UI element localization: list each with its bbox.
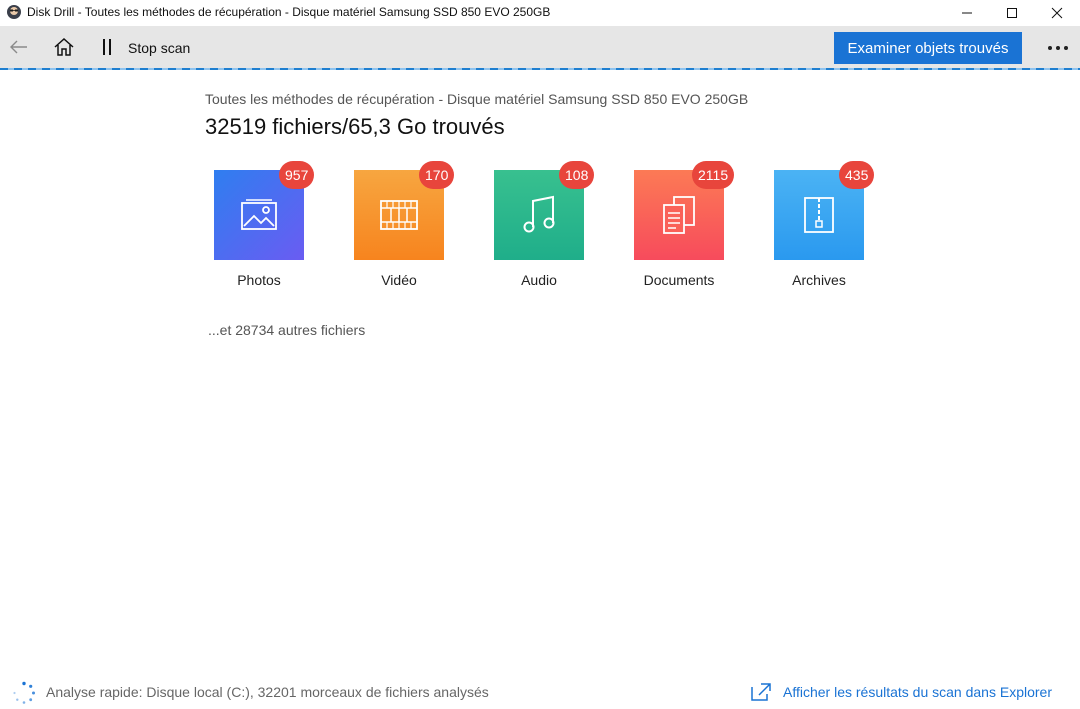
- archive-zip-icon: [804, 197, 834, 233]
- photos-label: Photos: [237, 272, 281, 288]
- category-photos[interactable]: 957 Photos: [214, 161, 315, 288]
- photos-count-badge: 957: [279, 161, 315, 189]
- documents-label: Documents: [643, 272, 715, 288]
- category-archives[interactable]: 435 Archives: [774, 161, 875, 288]
- scan-progress-line: [0, 68, 1080, 70]
- more-dots-icon: [1048, 46, 1068, 50]
- found-files-heading: 32519 fichiers/65,3 Go trouvés: [205, 114, 505, 139]
- audio-count-badge: 108: [559, 161, 595, 189]
- scan-status-text: Analyse rapide: Disque local (C:), 32201…: [46, 684, 489, 700]
- home-button[interactable]: [50, 31, 78, 63]
- more-options-button[interactable]: [1042, 32, 1074, 64]
- archives-label: Archives: [792, 272, 846, 288]
- category-documents[interactable]: 2115 Documents: [634, 161, 735, 288]
- audio-label: Audio: [521, 272, 557, 288]
- pause-icon: [103, 39, 111, 55]
- title-bar: Disk Drill - Toutes les méthodes de récu…: [0, 0, 1080, 26]
- image-icon: [241, 199, 277, 230]
- documents-count-badge: 2115: [692, 161, 735, 189]
- documents-icon: [663, 196, 695, 234]
- back-arrow-icon: [10, 40, 27, 54]
- examine-found-items-button[interactable]: Examiner objets trouvés: [834, 32, 1022, 64]
- back-button[interactable]: [6, 31, 32, 63]
- show-in-explorer-link[interactable]: Afficher les résultats du scan dans Expl…: [783, 684, 1052, 700]
- minimize-button[interactable]: [944, 0, 990, 26]
- close-button[interactable]: [1034, 0, 1080, 26]
- maximize-button[interactable]: [989, 0, 1035, 26]
- disk-drill-logo-icon: [7, 5, 21, 19]
- scan-subtitle: Toutes les méthodes de récupération - Di…: [205, 91, 749, 107]
- category-video[interactable]: 170 Vidéo: [354, 161, 455, 288]
- maximize-icon: [1007, 8, 1017, 18]
- video-count-badge: 170: [419, 161, 455, 189]
- home-icon: [54, 38, 74, 56]
- close-icon: [1051, 7, 1063, 19]
- window-title: Disk Drill - Toutes les méthodes de récu…: [27, 5, 551, 19]
- other-files-text: ...et 28734 autres fichiers: [208, 322, 366, 338]
- film-icon: [380, 200, 418, 230]
- archives-count-badge: 435: [839, 161, 875, 189]
- pause-button[interactable]: [98, 31, 116, 63]
- music-note-icon: [523, 195, 555, 233]
- stop-scan-button[interactable]: Stop scan: [128, 40, 190, 56]
- minimize-icon: [962, 12, 972, 14]
- video-label: Vidéo: [381, 272, 417, 288]
- category-audio[interactable]: 108 Audio: [494, 161, 595, 288]
- external-link-icon[interactable]: [751, 683, 771, 701]
- loading-spinner-icon: [13, 681, 35, 704]
